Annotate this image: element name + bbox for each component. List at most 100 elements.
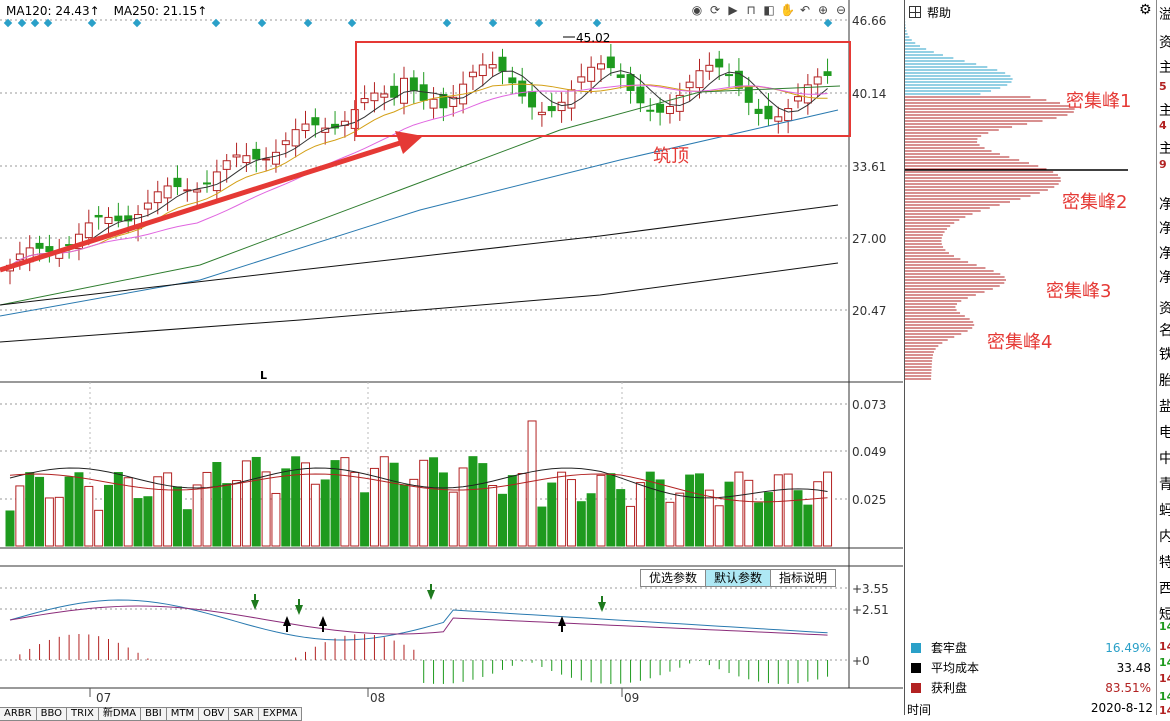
edge-text: 名 xyxy=(1159,320,1170,340)
quote-list-edge: 溢资主5主4主9净净净净资名铁胎盐电中青蚂内特西短141414141414 xyxy=(1156,0,1170,715)
refresh-icon[interactable]: ⟳ xyxy=(708,3,722,17)
avg-cost-swatch xyxy=(911,662,921,673)
eye-icon[interactable]: ◉ xyxy=(690,3,704,17)
tab-arbr[interactable]: ARBR xyxy=(0,707,37,721)
legend-label: 获利盘 xyxy=(931,681,968,695)
macd-dea-line xyxy=(9,605,828,636)
signal-diamond xyxy=(87,18,97,28)
candle-body xyxy=(646,109,655,112)
candle-body xyxy=(597,63,605,70)
tab-trix[interactable]: TRIX xyxy=(66,707,99,721)
candle-body xyxy=(774,116,783,122)
signal-diamond xyxy=(132,18,142,28)
volume-bar xyxy=(222,483,232,547)
month-label: 07 xyxy=(96,691,112,705)
edge-text: 主 xyxy=(1159,138,1170,158)
profit-swatch xyxy=(911,682,921,693)
tab-indicator-help[interactable]: 指标说明 xyxy=(770,569,837,587)
volume-bar xyxy=(389,462,399,547)
candle-body xyxy=(754,108,763,114)
hand-icon[interactable]: ✋ xyxy=(780,3,795,17)
volume-bar xyxy=(281,468,291,547)
zoom-in-icon[interactable]: ⊕ xyxy=(816,3,830,17)
tab-obv[interactable]: OBV xyxy=(198,707,230,721)
edge-text: 特 xyxy=(1159,552,1170,572)
volume-bar xyxy=(586,493,596,547)
candle-body xyxy=(271,151,280,165)
tab-default-params[interactable]: 默认参数 xyxy=(705,569,772,587)
ma60-line xyxy=(0,109,839,317)
tab-preferred-params[interactable]: 优选参数 xyxy=(640,569,707,587)
candle-body xyxy=(587,66,596,82)
signal-diamond xyxy=(442,18,452,28)
volume-bar xyxy=(773,474,783,547)
play-icon[interactable]: ▶ xyxy=(726,3,740,17)
low-marker: L xyxy=(260,369,268,382)
volume-bar xyxy=(163,472,173,547)
candle-body xyxy=(380,93,389,98)
volume-bar xyxy=(192,484,202,547)
signal-diamond xyxy=(211,18,221,28)
chip-distribution-panel: 帮助 ⚙ 套牢盘 16.49% 平均成本 33.48 获利盘 83.51% 时间… xyxy=(904,0,1157,717)
volume-bar xyxy=(25,472,35,547)
edge-text: 净 xyxy=(1159,218,1170,238)
grid-icon xyxy=(909,6,921,18)
volume-bar xyxy=(635,482,645,547)
month-label: 08 xyxy=(370,691,386,705)
tab-new-dma[interactable]: 新DMA xyxy=(97,707,142,721)
tab-bbo[interactable]: BBO xyxy=(35,707,68,721)
zoom-out-icon[interactable]: ⊖ xyxy=(834,3,848,17)
help-label[interactable]: 帮助 xyxy=(927,6,951,20)
edge-text: 胎 xyxy=(1159,370,1170,390)
gear-icon[interactable]: ⚙ xyxy=(1139,2,1152,18)
edge-text: 铁 xyxy=(1159,344,1170,364)
candle-body xyxy=(429,98,438,109)
candle-body xyxy=(173,177,182,188)
tab-sar[interactable]: SAR xyxy=(228,707,259,721)
volume-bar xyxy=(84,485,94,547)
volume-bar xyxy=(438,472,448,547)
candle-body xyxy=(35,242,44,249)
volume-bar xyxy=(557,471,567,547)
candle-body xyxy=(478,64,487,77)
volume-bar xyxy=(5,510,15,547)
candle-body xyxy=(744,85,753,103)
ma10-line xyxy=(9,83,828,266)
macd-axis-label: +2.51 xyxy=(852,603,889,617)
prev-icon[interactable]: ◧ xyxy=(762,3,776,17)
volume-bar xyxy=(537,506,547,547)
volume-bar xyxy=(212,462,222,547)
time-label: 时间 xyxy=(907,703,932,717)
volume-axis-label: 0.073 xyxy=(852,398,887,412)
candle-body xyxy=(616,74,625,78)
volume-bar xyxy=(54,496,64,547)
volume-bar xyxy=(478,463,488,547)
tab-expma[interactable]: EXPMA xyxy=(257,707,303,721)
volume-bar xyxy=(675,492,685,547)
volume-bar xyxy=(320,479,330,547)
lock-icon[interactable]: ⊓ xyxy=(744,3,758,17)
high-price-label: 45.02 xyxy=(576,31,611,45)
tab-mtm[interactable]: MTM xyxy=(165,707,200,721)
volume-bar xyxy=(74,472,84,547)
volume-bar xyxy=(527,420,537,547)
signal-diamond xyxy=(30,18,40,28)
tab-bbi[interactable]: BBI xyxy=(140,707,167,721)
ma250-line xyxy=(0,262,839,343)
edge-text: 14 xyxy=(1159,704,1170,715)
undo-icon[interactable]: ↶ xyxy=(798,3,812,17)
candle-body xyxy=(252,148,261,160)
volume-bar xyxy=(241,460,251,547)
edge-text: 14 xyxy=(1159,672,1170,685)
candle-body xyxy=(813,76,822,85)
candle-body xyxy=(823,71,832,76)
ma-legend: MA120: 24.43↑ MA250: 21.15↑ xyxy=(6,4,217,18)
volume-bar xyxy=(744,479,754,547)
volume-bar xyxy=(261,471,271,547)
volume-bar xyxy=(301,462,310,547)
legend-trapped: 套牢盘 16.49% xyxy=(911,639,1151,656)
edge-text: 溢 xyxy=(1159,4,1170,24)
candle-body xyxy=(784,108,793,122)
edge-text: 青 xyxy=(1159,474,1170,494)
candle-body xyxy=(153,191,162,204)
